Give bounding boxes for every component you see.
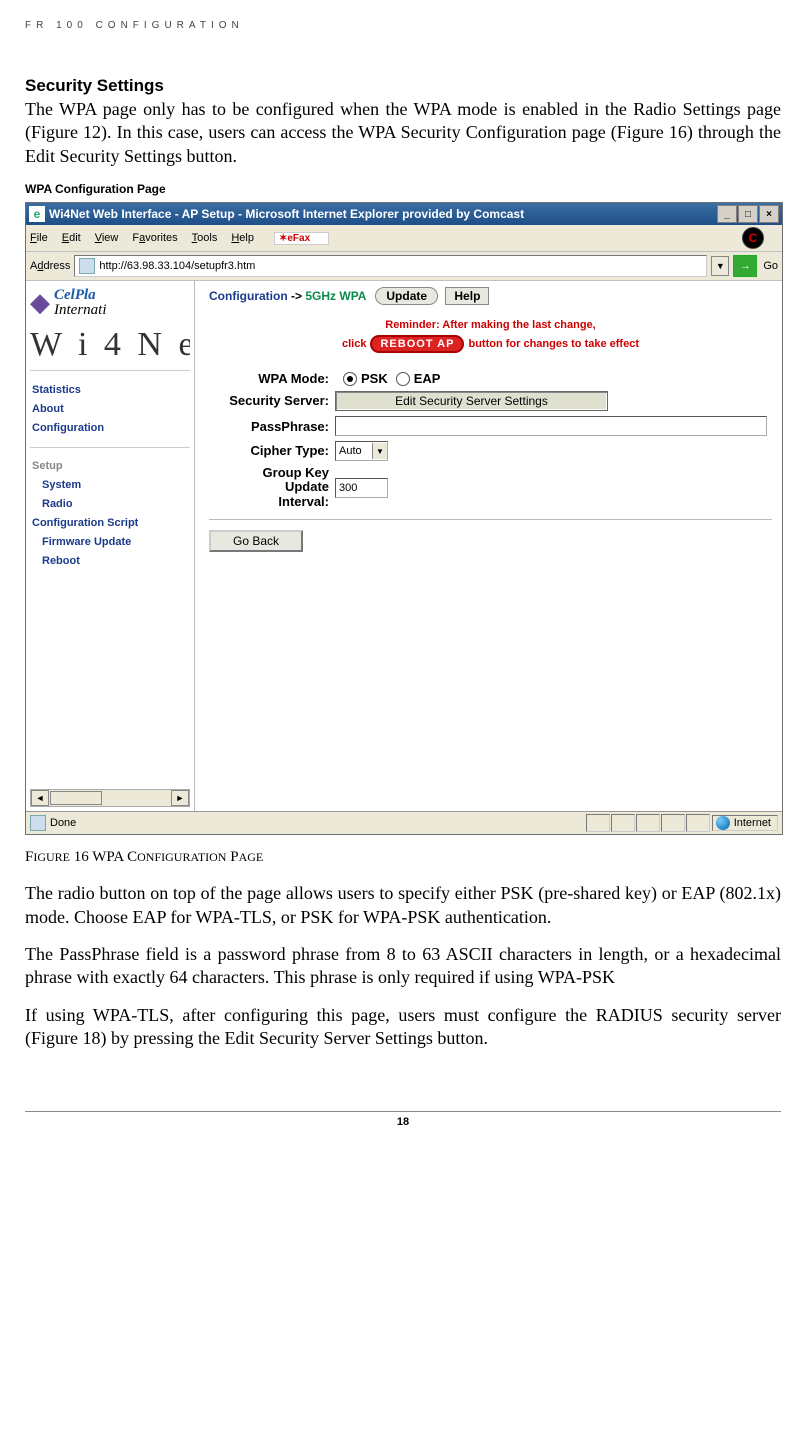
window-title: Wi4Net Web Interface - AP Setup - Micros…: [49, 207, 717, 221]
zone-indicator: Internet: [712, 815, 778, 831]
nav-radio[interactable]: Radio: [42, 498, 188, 510]
menu-file[interactable]: FFileile: [30, 232, 48, 244]
ie-icon: e: [29, 206, 45, 222]
menubar: FFileile Edit View Favorites Tools Help …: [26, 225, 782, 252]
nav-firmware-update[interactable]: Firmware Update: [42, 536, 188, 548]
scroll-thumb[interactable]: [50, 791, 102, 805]
breadcrumb: Configuration -> 5GHz WPA Update Help: [209, 287, 772, 305]
group-key-interval-input[interactable]: 300: [335, 478, 388, 498]
wpa-mode-label: WPA Mode:: [209, 371, 335, 386]
paragraph-2: The radio button on top of the page allo…: [25, 882, 781, 929]
maximize-button[interactable]: □: [738, 205, 758, 223]
menu-edit[interactable]: Edit: [62, 232, 81, 244]
radio-eap[interactable]: [396, 372, 410, 386]
go-button[interactable]: →: [733, 255, 757, 277]
address-input[interactable]: http://63.98.33.104/setupfr3.htm: [74, 255, 707, 277]
running-header: FR 100 CONFIGURATION: [25, 20, 781, 31]
page-icon: [30, 815, 46, 831]
menu-help[interactable]: Help: [231, 232, 254, 244]
logo-text: CelPlaInternati: [54, 288, 107, 318]
page-icon: [79, 258, 95, 274]
status-bar: Done Internet: [26, 811, 782, 834]
go-back-button[interactable]: Go Back: [209, 530, 303, 552]
group-key-label: Group Key Update Interval:: [209, 466, 335, 509]
efax-button[interactable]: ✶eFax: [274, 232, 329, 245]
wi4net-logo: W i 4 N e: [30, 326, 190, 364]
update-button[interactable]: Update: [375, 287, 438, 305]
status-pane: [686, 814, 710, 832]
paragraph-1: The WPA page only has to be configured w…: [25, 98, 781, 168]
scroll-left-icon[interactable]: ◄: [31, 790, 49, 806]
passphrase-label: PassPhrase:: [209, 419, 335, 434]
address-dropdown[interactable]: ▼: [711, 256, 729, 276]
status-pane: [661, 814, 685, 832]
edit-security-server-button[interactable]: Edit Security Server Settings: [335, 391, 608, 411]
menu-view[interactable]: View: [95, 232, 119, 244]
crumb-configuration[interactable]: Configuration: [209, 289, 288, 303]
status-pane: [586, 814, 610, 832]
main-pane: Configuration -> 5GHz WPA Update Help Re…: [195, 281, 782, 811]
figure-caption: FIGURE 16 WPA CONFIGURATION PAGE: [25, 849, 781, 866]
page-number: 18: [25, 1111, 781, 1128]
globe-icon: [716, 816, 730, 830]
status-pane: [611, 814, 635, 832]
reboot-ap-button[interactable]: REBOOT AP: [370, 335, 464, 353]
paragraph-3: The PassPhrase field is a password phras…: [25, 943, 781, 990]
cipher-type-select[interactable]: Auto ▼: [335, 441, 388, 461]
address-bar: Address http://63.98.33.104/setupfr3.htm…: [26, 252, 782, 281]
reminder-line2: click REBOOT AP button for changes to ta…: [209, 335, 772, 353]
sub-heading: WPA Configuration Page: [25, 182, 781, 196]
help-button[interactable]: Help: [445, 287, 489, 305]
sidebar-scrollbar[interactable]: ◄ ►: [30, 789, 190, 807]
url-text: http://63.98.33.104/setupfr3.htm: [99, 260, 255, 272]
minimize-button[interactable]: _: [717, 205, 737, 223]
nav-system[interactable]: System: [42, 479, 188, 491]
divider: [209, 519, 772, 520]
radio-psk-label: PSK: [361, 371, 388, 386]
browser-window: e Wi4Net Web Interface - AP Setup - Micr…: [25, 202, 783, 835]
titlebar: e Wi4Net Web Interface - AP Setup - Micr…: [26, 203, 782, 225]
nav-setup-header: Setup: [32, 460, 188, 472]
zone-text: Internet: [734, 817, 771, 829]
nav-config-script[interactable]: Configuration Script: [32, 517, 188, 529]
security-server-label: Security Server:: [209, 394, 335, 408]
section-title: Security Settings: [25, 76, 781, 96]
logo-cube-icon: ◆: [30, 287, 50, 318]
menu-tools[interactable]: Tools: [192, 232, 218, 244]
brand-circle-icon[interactable]: C: [742, 227, 764, 249]
paragraph-4: If using WPA-TLS, after configuring this…: [25, 1004, 781, 1051]
status-text: Done: [50, 817, 76, 829]
nav-statistics[interactable]: Statistics: [32, 384, 188, 396]
go-label: Go: [761, 260, 778, 272]
cipher-type-label: Cipher Type:: [209, 444, 335, 458]
close-button[interactable]: ×: [759, 205, 779, 223]
menu-favorites[interactable]: Favorites: [132, 232, 177, 244]
address-label: Address: [30, 260, 70, 272]
radio-eap-label: EAP: [414, 371, 441, 386]
nav-about[interactable]: About: [32, 403, 188, 415]
chevron-down-icon: ▼: [372, 443, 387, 459]
sidebar: ◆ CelPlaInternati W i 4 N e Statistics A…: [26, 281, 195, 811]
reminder-line1: Reminder: After making the last change,: [209, 319, 772, 331]
passphrase-input[interactable]: [335, 416, 767, 436]
crumb-current: 5GHz WPA: [305, 289, 366, 303]
nav-reboot[interactable]: Reboot: [42, 555, 188, 567]
status-pane: [636, 814, 660, 832]
radio-psk[interactable]: [343, 372, 357, 386]
scroll-right-icon[interactable]: ►: [171, 790, 189, 806]
nav-configuration[interactable]: Configuration: [32, 422, 188, 434]
